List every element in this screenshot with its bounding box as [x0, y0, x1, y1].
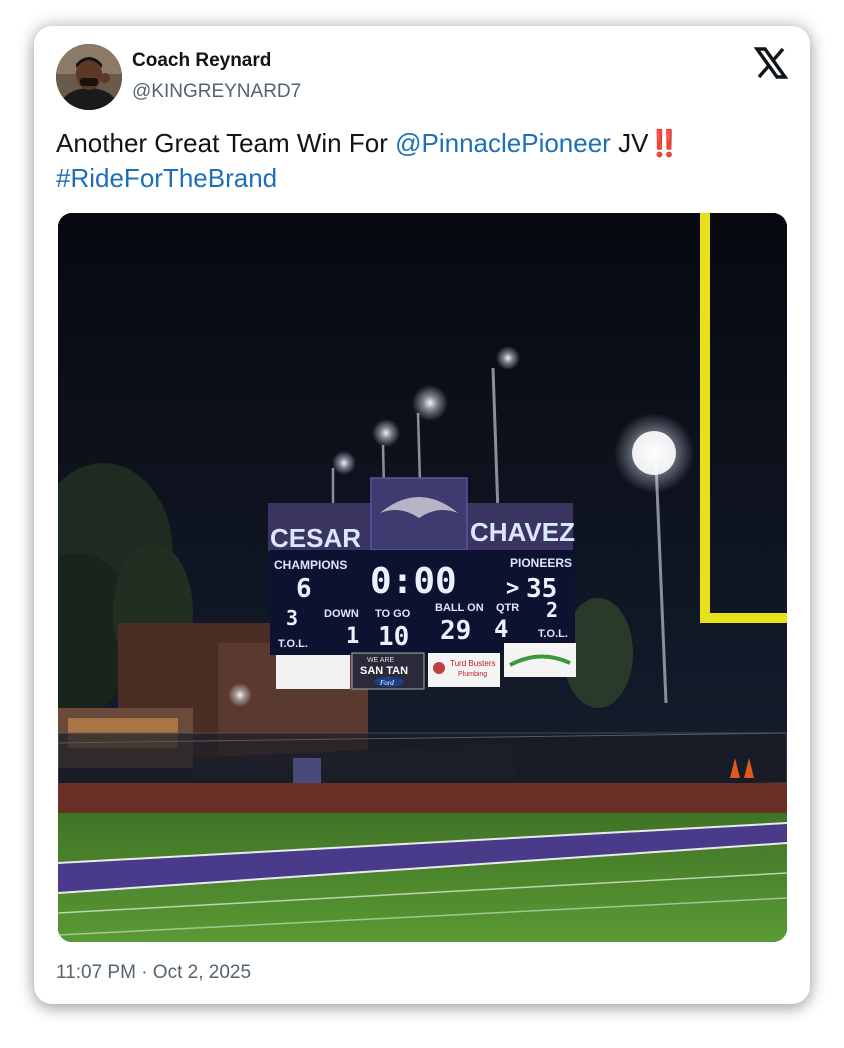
mention-link[interactable]: @PinnaclePioneer — [395, 128, 611, 158]
sponsor-2-name: Turd Busters — [450, 659, 496, 668]
x-logo-icon[interactable] — [753, 46, 789, 80]
double-exclamation-emoji: ‼️ — [648, 128, 680, 158]
guest-tol-label: T.O.L. — [538, 628, 568, 640]
game-clock: 0:00 — [370, 561, 457, 602]
home-tol-label: T.O.L. — [278, 638, 308, 650]
guest-team-label: PIONEERS — [510, 556, 572, 570]
down-value: 1 — [346, 624, 359, 649]
tweet-text-end: JV — [610, 128, 649, 158]
avatar[interactable] — [56, 44, 122, 110]
ballon-value: 29 — [440, 616, 471, 646]
qtr-value: 4 — [494, 615, 508, 643]
home-team-label: CHAMPIONS — [274, 558, 347, 572]
hashtag-link[interactable]: #RideForTheBrand — [56, 163, 277, 193]
sponsor-2-sub: Plumbing — [458, 671, 487, 678]
tweet-text: Another Great Team Win For @PinnaclePion… — [56, 126, 786, 196]
scoreboard: CESAR CHAVEZ CHAMPIONS 6 0:00 PIONEERS >… — [268, 477, 576, 690]
stadium-name-left: CESAR — [270, 523, 361, 553]
sponsor-1-line3: Ford — [379, 679, 394, 687]
togo-label: TO GO — [375, 608, 411, 620]
tweet-timestamp[interactable]: 11:07 PM · Oct 2, 2025 — [56, 962, 251, 984]
sponsor-1-line2: SAN TAN — [360, 665, 408, 677]
tweet-photo[interactable]: CESAR CHAVEZ CHAMPIONS 6 0:00 PIONEERS >… — [58, 213, 787, 942]
ballon-label: BALL ON — [435, 602, 484, 614]
stadium-name-right: CHAVEZ — [470, 517, 575, 547]
author-name[interactable]: Coach Reynard — [132, 50, 271, 72]
home-timeouts: 3 — [286, 606, 298, 630]
possession-marker: > — [506, 576, 519, 601]
home-score: 6 — [296, 574, 312, 604]
author-handle[interactable]: @KINGREYNARD7 — [132, 81, 301, 103]
qtr-label: QTR — [496, 602, 519, 614]
tweet-text-start: Another Great Team Win For — [56, 128, 396, 158]
togo-value: 10 — [378, 622, 409, 652]
tweet-card: Coach Reynard @KINGREYNARD7 Another Grea… — [34, 26, 810, 1004]
down-label: DOWN — [324, 608, 359, 620]
sponsor-1-line1: WE ARE — [367, 657, 395, 664]
guest-timeouts: 2 — [546, 598, 558, 622]
